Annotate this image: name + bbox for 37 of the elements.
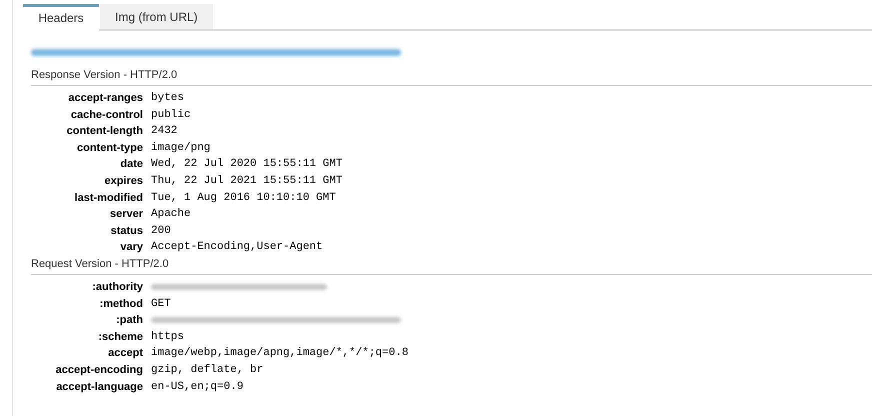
header-value: 200 xyxy=(151,224,171,239)
header-name: cache-control xyxy=(70,108,143,123)
tab[interactable]: Img (from URL) xyxy=(100,4,213,31)
blurred-link[interactable] xyxy=(31,49,401,56)
header-value: public xyxy=(151,108,191,123)
header-name: server xyxy=(110,207,143,222)
tab[interactable]: Headers xyxy=(23,4,99,31)
header-value: gzip, deflate, br xyxy=(151,362,264,378)
header-name: :authority xyxy=(92,280,143,295)
header-value: image/webp,image/apng,image/*,*/*;q=0.8 xyxy=(151,346,408,362)
header-name: accept-encoding xyxy=(56,362,143,378)
header-value: image/png xyxy=(151,140,210,156)
header-name: :path xyxy=(116,313,143,328)
section-title: Request Version - HTTP/2.0 xyxy=(31,258,170,272)
header-name: content-type xyxy=(77,140,143,156)
header-value: Accept-Encoding,User-Agent xyxy=(151,240,323,256)
header-name: accept-ranges xyxy=(68,91,143,106)
header-name: status xyxy=(110,224,143,239)
header-value: en-US,en;q=0.9 xyxy=(151,380,244,394)
header-name: content-length xyxy=(66,124,143,140)
header-name: expires xyxy=(104,174,143,189)
header-name: :method xyxy=(100,296,143,312)
header-value: GET xyxy=(151,296,171,312)
header-value: bytes xyxy=(151,91,184,106)
header-name: last-modified xyxy=(74,190,143,206)
header-name: accept-language xyxy=(56,380,143,394)
header-name: :scheme xyxy=(98,330,143,345)
header-value: Wed, 22 Jul 2020 15:55:11 GMT xyxy=(151,157,342,172)
header-name: date xyxy=(120,157,143,172)
section-title: Response Version - HTTP/2.0 xyxy=(31,69,178,83)
header-value: https xyxy=(151,330,184,345)
header-name: accept xyxy=(108,346,143,362)
header-value: 2432 xyxy=(151,124,178,140)
header-value: Thu, 22 Jul 2021 15:55:11 GMT xyxy=(151,174,342,189)
header-value: Tue, 1 Aug 2016 10:10:10 GMT xyxy=(151,190,336,206)
header-name: vary xyxy=(120,240,143,256)
header-value: Apache xyxy=(151,207,191,222)
